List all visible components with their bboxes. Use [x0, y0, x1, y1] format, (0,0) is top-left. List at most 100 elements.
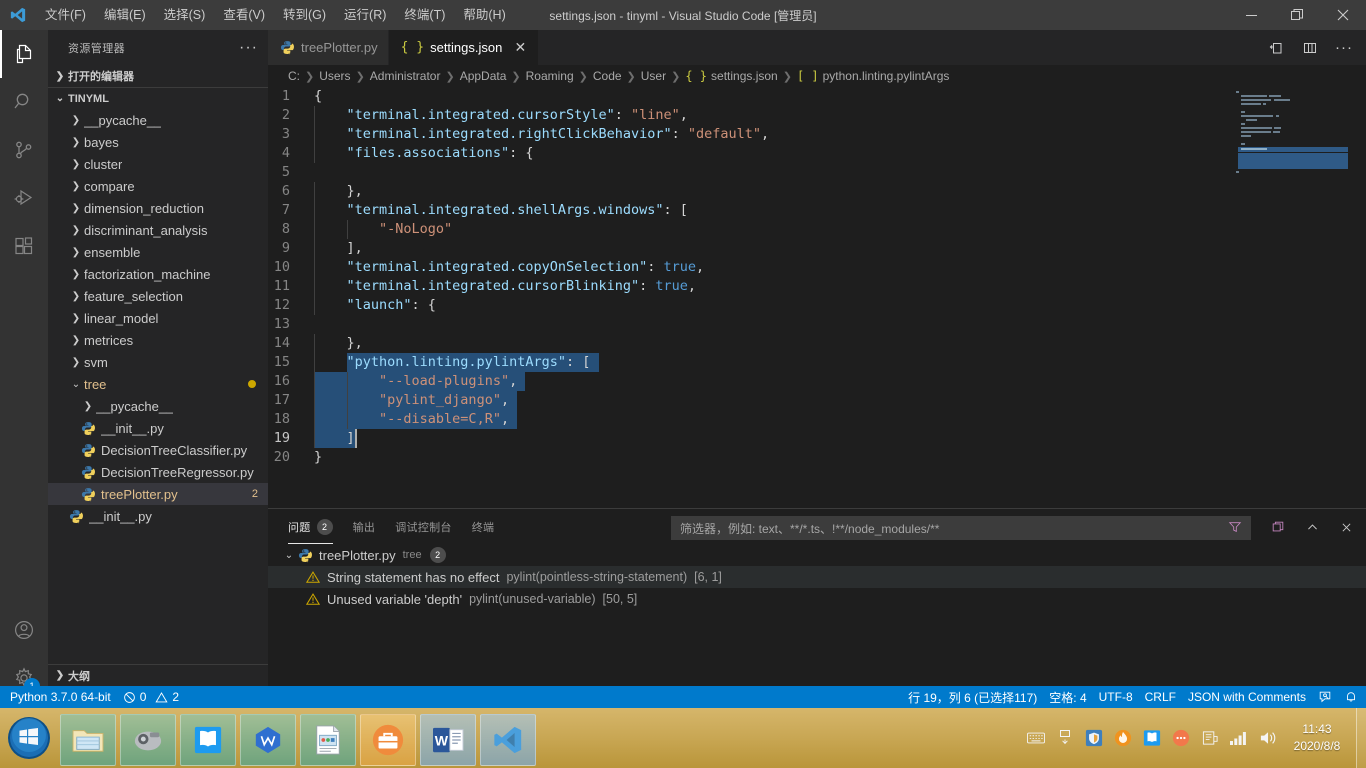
tree-folder-dimension_reduction[interactable]: ❯dimension_reduction [48, 197, 268, 219]
tree-file-__init__.py[interactable]: __init__.py [48, 505, 268, 527]
flame-browser-icon[interactable] [1113, 728, 1133, 748]
menu-go[interactable]: 转到(G) [274, 0, 335, 30]
tree-folder-factorization_machine[interactable]: ❯factorization_machine [48, 263, 268, 285]
accounts-button[interactable] [0, 606, 48, 654]
tree-folder-metrices[interactable]: ❯metrices [48, 329, 268, 351]
sidebar-item-search[interactable] [0, 78, 48, 126]
problems-filter-input[interactable]: 筛选器，例如: text、**/*.ts、!**/node_modules/** [671, 516, 1251, 540]
tree-folder-__pycache__[interactable]: ❯__pycache__ [48, 109, 268, 131]
feedback-icon[interactable] [1312, 686, 1338, 708]
status-language-mode[interactable]: JSON with Comments [1182, 686, 1312, 708]
signal-bars-icon[interactable] [1229, 728, 1249, 748]
close-panel-icon[interactable] [1336, 516, 1356, 538]
tree-folder-bayes[interactable]: ❯bayes [48, 131, 268, 153]
taskbar-item-media-player[interactable] [120, 714, 176, 766]
problem-row[interactable]: String statement has no effectpylint(poi… [268, 566, 1366, 588]
breadcrumb-item-administrator[interactable]: Administrator [370, 69, 441, 83]
code-line[interactable]: 17 "pylint_django", [268, 391, 1366, 410]
code-line[interactable]: 15 "python.linting.pylintArgs": [ [268, 353, 1366, 372]
code-line[interactable]: 1{ [268, 87, 1366, 106]
status-eol[interactable]: CRLF [1139, 686, 1182, 708]
problem-row[interactable]: Unused variable 'depth'pylint(unused-var… [268, 588, 1366, 610]
volume-icon[interactable] [1258, 728, 1278, 748]
tree-folder-linear_model[interactable]: ❯linear_model [48, 307, 268, 329]
tab-treePlotter-py[interactable]: treePlotter.py [268, 30, 389, 65]
breadcrumb-item-python-linting-pylintargs[interactable]: [ ]python.linting.pylintArgs [797, 69, 949, 83]
code-line[interactable]: 20} [268, 448, 1366, 467]
code-line[interactable]: 16 "--load-plugins", [268, 372, 1366, 391]
code-line[interactable]: 11 "terminal.integrated.cursorBlinking":… [268, 277, 1366, 296]
status-cursor-position[interactable]: 行 19，列 6 (已选择117) [902, 686, 1043, 708]
tree-folder-discriminant_analysis[interactable]: ❯discriminant_analysis [48, 219, 268, 241]
sidebar-item-source-control[interactable] [0, 126, 48, 174]
breadcrumb-item-users[interactable]: Users [319, 69, 350, 83]
tree-file-DecisionTreeClassifier.py[interactable]: DecisionTreeClassifier.py [48, 439, 268, 461]
breadcrumb-item-settings-json[interactable]: { }settings.json [685, 69, 777, 83]
orange-dots-icon[interactable] [1171, 728, 1191, 748]
minimize-button[interactable] [1228, 0, 1274, 30]
code-line[interactable]: 2 "terminal.integrated.cursorStyle": "li… [268, 106, 1366, 125]
tree-file-__init__.py[interactable]: __init__.py [48, 417, 268, 439]
code-line[interactable]: 18 "--disable=C,R", [268, 410, 1366, 429]
show-desktop-button[interactable] [1356, 708, 1366, 768]
tree-folder-cluster[interactable]: ❯cluster [48, 153, 268, 175]
close-button[interactable] [1320, 0, 1366, 30]
sidebar-item-run-debug[interactable] [0, 174, 48, 222]
breadcrumb-item-appdata[interactable]: AppData [460, 69, 507, 83]
taskbar-item-wps-office[interactable] [240, 714, 296, 766]
tab-terminal[interactable]: 终端 [472, 509, 495, 544]
collapse-panel-icon[interactable] [1302, 516, 1322, 538]
breadcrumb-item-code[interactable]: Code [593, 69, 622, 83]
tab-output[interactable]: 输出 [353, 509, 376, 544]
network-tool-icon[interactable] [1200, 728, 1220, 748]
close-icon[interactable]: ✕ [512, 39, 528, 56]
keyboard-icon[interactable] [1026, 728, 1046, 748]
taskbar-item-briefcase-app[interactable] [360, 714, 416, 766]
tab-settings-json[interactable]: { } settings.json ✕ [389, 30, 540, 65]
code-editor[interactable]: 1{2 "terminal.integrated.cursorStyle": "… [268, 87, 1366, 502]
ime-switch-icon[interactable] [1055, 728, 1075, 748]
code-line[interactable]: 6 }, [268, 182, 1366, 201]
notifications-bell-icon[interactable] [1338, 686, 1364, 708]
menu-help[interactable]: 帮助(H) [454, 0, 514, 30]
taskbar-item-file-explorer[interactable] [60, 714, 116, 766]
status-indentation[interactable]: 空格: 4 [1043, 686, 1092, 708]
sidebar-more-actions-icon[interactable]: ··· [239, 39, 258, 57]
menu-run[interactable]: 运行(R) [335, 0, 395, 30]
menu-file[interactable]: 文件(F) [36, 0, 95, 30]
menu-terminal[interactable]: 终端(T) [395, 0, 454, 30]
blue-book-icon[interactable] [1142, 728, 1162, 748]
filter-icon[interactable] [1224, 520, 1246, 537]
tree-folder-compare[interactable]: ❯compare [48, 175, 268, 197]
menu-view[interactable]: 查看(V) [214, 0, 274, 30]
start-button[interactable] [2, 710, 56, 766]
code-line[interactable]: 13 [268, 315, 1366, 334]
project-section-tinyml[interactable]: ⌄ TINYML [48, 87, 268, 109]
editor-scrollbar[interactable] [1352, 87, 1366, 502]
menu-edit[interactable]: 编辑(E) [95, 0, 155, 30]
split-editor-icon[interactable] [1262, 30, 1290, 65]
taskbar-clock[interactable]: 11:43 2020/8/8 [1280, 708, 1354, 768]
taskbar-item-document-app[interactable] [300, 714, 356, 766]
status-python-interpreter[interactable]: Python 3.7.0 64-bit [0, 686, 117, 708]
minimap[interactable] [1232, 87, 1352, 502]
taskbar-item-visual-studio-code[interactable] [480, 714, 536, 766]
tree-file-treePlotter.py[interactable]: treePlotter.py2 [48, 483, 268, 505]
sidebar-item-explorer[interactable] [0, 30, 48, 78]
code-line[interactable]: 7 "terminal.integrated.shellArgs.windows… [268, 201, 1366, 220]
ellipsis-icon[interactable]: ··· [1330, 30, 1358, 65]
breadcrumb-item-user[interactable]: User [641, 69, 666, 83]
tab-problems[interactable]: 问题 2 [288, 509, 333, 544]
code-line[interactable]: 9 ], [268, 239, 1366, 258]
status-encoding[interactable]: UTF-8 [1093, 686, 1139, 708]
menu-selection[interactable]: 选择(S) [155, 0, 215, 30]
tree-file-DecisionTreeRegressor.py[interactable]: DecisionTreeRegressor.py [48, 461, 268, 483]
code-line[interactable]: 8 "-NoLogo" [268, 220, 1366, 239]
taskbar-item-book-reader[interactable] [180, 714, 236, 766]
open-editors-section[interactable]: ❯ 打开的编辑器 [48, 65, 268, 87]
layout-panel-icon[interactable] [1296, 30, 1324, 65]
security-shield-icon[interactable] [1084, 728, 1104, 748]
code-line[interactable]: 19 ] [268, 429, 1366, 448]
code-line[interactable]: 5 [268, 163, 1366, 182]
maximize-panel-icon[interactable] [1268, 516, 1288, 538]
